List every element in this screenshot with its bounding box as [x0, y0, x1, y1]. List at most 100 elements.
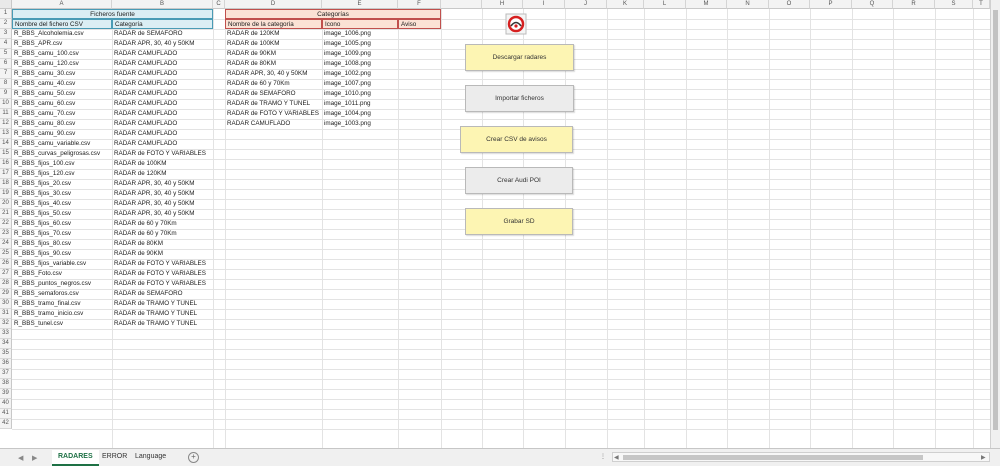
category-icon-cell[interactable]: image_1007.png [322, 79, 398, 89]
source-file-cell[interactable]: R_BBS_curvas_peligrosas.csv [12, 149, 112, 159]
source-category-cell[interactable]: RADAR de FOTO Y VARIABLES [112, 149, 213, 159]
row-header[interactable]: 42 [0, 419, 12, 429]
category-name-cell[interactable]: RADAR de SEMAFORO [225, 89, 322, 99]
row-header[interactable]: 15 [0, 149, 12, 159]
add-sheet-icon[interactable]: + [188, 452, 199, 463]
source-category-cell[interactable]: RADAR CAMUFLADO [112, 49, 213, 59]
source-file-cell[interactable]: R_BBS_camu_90.csv [12, 129, 112, 139]
row-header[interactable]: 31 [0, 309, 12, 319]
column-header[interactable]: H [482, 0, 523, 9]
source-category-cell[interactable]: RADAR APR, 30, 40 y 50KM [112, 199, 213, 209]
column-header[interactable]: D [225, 0, 322, 9]
source-file-cell[interactable]: R_BBS_fijos_40.csv [12, 199, 112, 209]
row-header[interactable]: 29 [0, 289, 12, 299]
source-file-cell[interactable]: R_BBS_fijos_80.csv [12, 239, 112, 249]
row-header[interactable]: 12 [0, 119, 12, 129]
row-header[interactable]: 13 [0, 129, 12, 139]
category-icon-cell[interactable]: image_1011.png [322, 99, 398, 109]
source-file-cell[interactable]: R_BBS_tramo_final.csv [12, 299, 112, 309]
select-all-corner[interactable] [0, 0, 12, 9]
source-file-cell[interactable]: R_BBS_fijos_90.csv [12, 249, 112, 259]
source-file-cell[interactable]: R_BBS_APR.csv [12, 39, 112, 49]
source-category-cell[interactable]: RADAR CAMUFLADO [112, 59, 213, 69]
category-name-cell[interactable]: RADAR de 90KM [225, 49, 322, 59]
source-file-cell[interactable]: R_BBS_camu_60.csv [12, 99, 112, 109]
row-header[interactable]: 33 [0, 329, 12, 339]
source-category-cell[interactable]: RADAR de 60 y 70Km [112, 229, 213, 239]
row-header[interactable]: 36 [0, 359, 12, 369]
horizontal-scrollbar[interactable]: ◀ ▶ [612, 452, 990, 462]
column-header[interactable]: T [973, 0, 990, 9]
vertical-scrollbar[interactable] [990, 0, 1000, 448]
category-name-cell[interactable]: RADAR de 80KM [225, 59, 322, 69]
source-file-cell[interactable]: R_BBS_fijos_20.csv [12, 179, 112, 189]
row-header[interactable]: 26 [0, 259, 12, 269]
import-files-button[interactable]: Importar ficheros [465, 85, 574, 112]
category-icon-cell[interactable]: image_1005.png [322, 39, 398, 49]
tab-error[interactable]: ERROR [96, 450, 133, 464]
row-header[interactable]: 4 [0, 39, 12, 49]
horizontal-scroll-thumb[interactable] [623, 455, 923, 460]
source-file-cell[interactable]: R_BBS_camu_80.csv [12, 119, 112, 129]
source-file-cell[interactable]: R_BBS_camu_70.csv [12, 109, 112, 119]
row-header[interactable]: 30 [0, 299, 12, 309]
row-header[interactable]: 17 [0, 169, 12, 179]
source-file-cell[interactable]: R_BBS_puntos_negros.csv [12, 279, 112, 289]
row-header[interactable]: 9 [0, 89, 12, 99]
row-header[interactable]: 24 [0, 239, 12, 249]
source-category-cell[interactable]: RADAR CAMUFLADO [112, 129, 213, 139]
source-file-cell[interactable]: R_BBS_camu_30.csv [12, 69, 112, 79]
category-icon-cell[interactable]: image_1003.png [322, 119, 398, 129]
source-category-cell[interactable]: RADAR de FOTO Y VARIABLES [112, 279, 213, 289]
source-file-cell[interactable]: R_BBS_fijos_60.csv [12, 219, 112, 229]
source-category-cell[interactable]: RADAR de TRAMO Y TUNEL [112, 299, 213, 309]
category-icon-cell[interactable]: image_1004.png [322, 109, 398, 119]
column-header[interactable]: C [213, 0, 225, 9]
row-header[interactable]: 3 [0, 29, 12, 39]
source-file-cell[interactable]: R_BBS_tramo_inicio.csv [12, 309, 112, 319]
tab-next-icon[interactable]: ▶ [32, 454, 37, 462]
row-header[interactable]: 6 [0, 59, 12, 69]
row-header[interactable]: 25 [0, 249, 12, 259]
source-file-cell[interactable]: R_BBS_fijos_variable.csv [12, 259, 112, 269]
source-category-cell[interactable]: RADAR de 80KM [112, 239, 213, 249]
source-file-cell[interactable]: R_BBS_fijos_30.csv [12, 189, 112, 199]
create-audi-poi-button[interactable]: Crear Audi POI [465, 167, 573, 194]
row-header[interactable]: 37 [0, 369, 12, 379]
column-header[interactable]: F [398, 0, 441, 9]
column-header[interactable]: M [686, 0, 727, 9]
row-header[interactable]: 19 [0, 189, 12, 199]
row-header[interactable]: 39 [0, 389, 12, 399]
row-header[interactable]: 18 [0, 179, 12, 189]
source-category-cell[interactable]: RADAR CAMUFLADO [112, 99, 213, 109]
source-category-cell[interactable]: RADAR CAMUFLADO [112, 69, 213, 79]
source-file-cell[interactable]: R_BBS_camu_40.csv [12, 79, 112, 89]
row-header[interactable]: 2 [0, 19, 12, 29]
category-icon-cell[interactable]: image_1010.png [322, 89, 398, 99]
tab-prev-icon[interactable]: ◀ [18, 454, 23, 462]
source-file-cell[interactable]: R_BBS_tunel.csv [12, 319, 112, 329]
source-category-cell[interactable]: RADAR de 120KM [112, 169, 213, 179]
source-category-cell[interactable]: RADAR de 60 y 70Km [112, 219, 213, 229]
source-category-cell[interactable]: RADAR de TRAMO Y TUNEL [112, 319, 213, 329]
row-header[interactable]: 11 [0, 109, 12, 119]
row-header[interactable]: 40 [0, 399, 12, 409]
source-file-cell[interactable]: R_BBS_Foto.csv [12, 269, 112, 279]
column-header[interactable]: R [893, 0, 935, 9]
row-header[interactable]: 22 [0, 219, 12, 229]
row-header[interactable]: 7 [0, 69, 12, 79]
row-header[interactable]: 41 [0, 409, 12, 419]
row-header[interactable]: 14 [0, 139, 12, 149]
source-category-cell[interactable]: RADAR de 90KM [112, 249, 213, 259]
download-radars-button[interactable]: Descargar radares [465, 44, 574, 71]
category-icon-cell[interactable]: image_1009.png [322, 49, 398, 59]
row-header[interactable]: 34 [0, 339, 12, 349]
source-category-cell[interactable]: RADAR APR, 30, 40 y 50KM [112, 189, 213, 199]
source-category-cell[interactable]: RADAR CAMUFLADO [112, 119, 213, 129]
category-name-cell[interactable]: RADAR de 100KM [225, 39, 322, 49]
source-category-cell[interactable]: RADAR de 100KM [112, 159, 213, 169]
column-header[interactable]: N [727, 0, 769, 9]
row-header[interactable]: 35 [0, 349, 12, 359]
source-category-cell[interactable]: RADAR CAMUFLADO [112, 79, 213, 89]
row-header[interactable]: 32 [0, 319, 12, 329]
